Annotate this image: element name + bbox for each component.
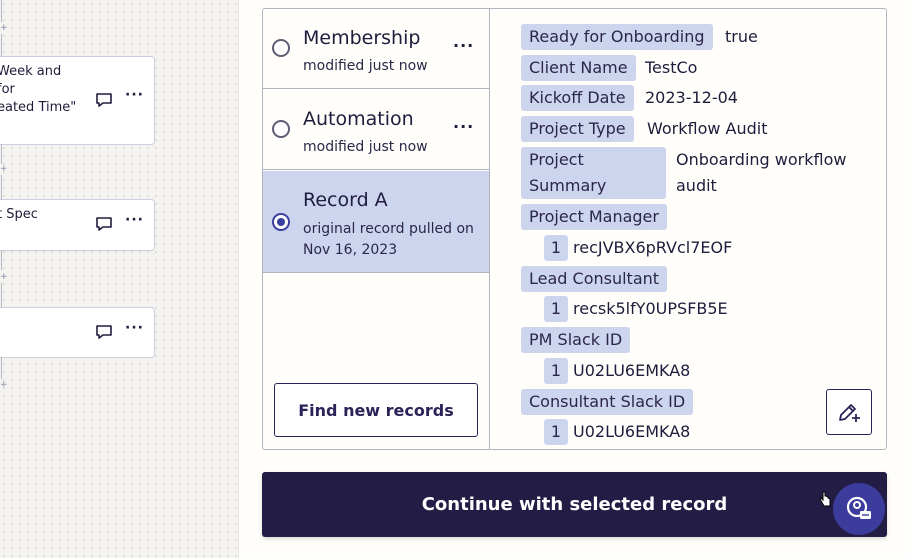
field-value: 2023-12-04	[645, 88, 738, 107]
record-item-membership[interactable]: Membership modified just now ···	[263, 9, 489, 89]
help-chat-icon	[846, 496, 871, 519]
list-index: 1	[544, 358, 568, 384]
step-card-text: Week and for eated Time"	[0, 64, 77, 115]
field-value: recsk5lfY0UPSFB5E	[573, 299, 728, 318]
more-options-icon[interactable]: ···	[453, 38, 474, 54]
field-label: Consultant Slack ID	[521, 389, 694, 415]
field-label: Project Type	[521, 116, 634, 142]
field-value: recJVBX6pRVcl7EOF	[573, 238, 733, 257]
record-item-record-a[interactable]: Record A original record pulled on Nov 1…	[263, 171, 489, 273]
comment-icon[interactable]	[95, 216, 113, 232]
connector-line	[1, 34, 2, 56]
step-card[interactable]: t Spec ···	[0, 199, 155, 251]
record-title: Membership	[303, 27, 421, 49]
record-title: Automation	[303, 108, 414, 130]
radio-button[interactable]	[272, 120, 290, 138]
continue-with-selected-record-button[interactable]: Continue with selected record	[262, 472, 887, 537]
record-subtitle: modified just now	[303, 139, 428, 155]
more-options-icon[interactable]: ···	[125, 320, 144, 336]
radio-button[interactable]	[272, 39, 290, 57]
list-index: 1	[544, 419, 568, 445]
hand-cursor-icon	[819, 491, 831, 507]
connector-line	[1, 283, 2, 307]
pencil-plus-icon	[839, 404, 860, 422]
connector-line	[1, 0, 2, 22]
step-card[interactable]: Week and for eated Time" ···	[0, 56, 155, 145]
field-value: U02LU6EMKA8	[573, 422, 691, 441]
field-value: TestCo	[645, 58, 698, 77]
field-label: Project Summary	[521, 147, 666, 199]
field-value: true	[725, 27, 758, 46]
connector-line	[1, 357, 2, 379]
field-label: Ready for Onboarding	[521, 24, 713, 50]
more-options-icon[interactable]: ···	[125, 212, 144, 228]
record-fields: Ready for Onboarding true Client Name Te…	[506, 9, 886, 449]
workflow-canvas[interactable]: + Week and for eated Time" ··· + t Spec …	[0, 0, 239, 558]
step-card-text: t Spec	[0, 207, 38, 222]
add-step-icon[interactable]: +	[0, 272, 8, 282]
connector-line	[1, 250, 2, 270]
field-value: U02LU6EMKA8	[573, 361, 691, 380]
field-value: Workflow Audit	[647, 119, 768, 138]
field-label: Lead Consultant	[521, 266, 668, 292]
find-new-records-button[interactable]: Find new records	[274, 383, 478, 437]
list-index: 1	[544, 296, 568, 322]
step-card[interactable]: ···	[0, 307, 155, 358]
field-label: Project Manager	[521, 204, 667, 230]
field-label: Client Name	[521, 55, 636, 81]
more-options-icon[interactable]: ···	[125, 87, 144, 103]
field-value: Onboarding workflow audit	[676, 150, 847, 195]
field-label: Kickoff Date	[521, 85, 634, 111]
connector-line	[1, 144, 2, 164]
record-box: Membership modified just now ··· Automat…	[262, 8, 887, 450]
help-chat-button[interactable]	[833, 483, 885, 535]
comment-icon[interactable]	[95, 92, 113, 108]
record-picker-panel: Membership modified just now ··· Automat…	[239, 0, 908, 558]
more-options-icon[interactable]: ···	[453, 119, 474, 135]
field-label: PM Slack ID	[521, 327, 631, 353]
list-index: 1	[544, 235, 568, 261]
record-subtitle: original record pulled on Nov 16, 2023	[303, 221, 474, 258]
radio-dot	[277, 218, 285, 226]
add-step-icon[interactable]: +	[0, 23, 8, 33]
record-item-automation[interactable]: Automation modified just now ···	[263, 90, 489, 170]
connector-line	[1, 175, 2, 199]
radio-button-selected[interactable]	[272, 213, 290, 231]
record-list: Membership modified just now ··· Automat…	[263, 9, 490, 449]
add-step-icon[interactable]: +	[0, 380, 8, 390]
comment-icon[interactable]	[95, 324, 113, 340]
edit-record-button[interactable]	[826, 389, 872, 435]
record-subtitle: modified just now	[303, 58, 428, 74]
add-step-icon[interactable]: +	[0, 164, 8, 174]
record-title: Record A	[303, 189, 388, 211]
